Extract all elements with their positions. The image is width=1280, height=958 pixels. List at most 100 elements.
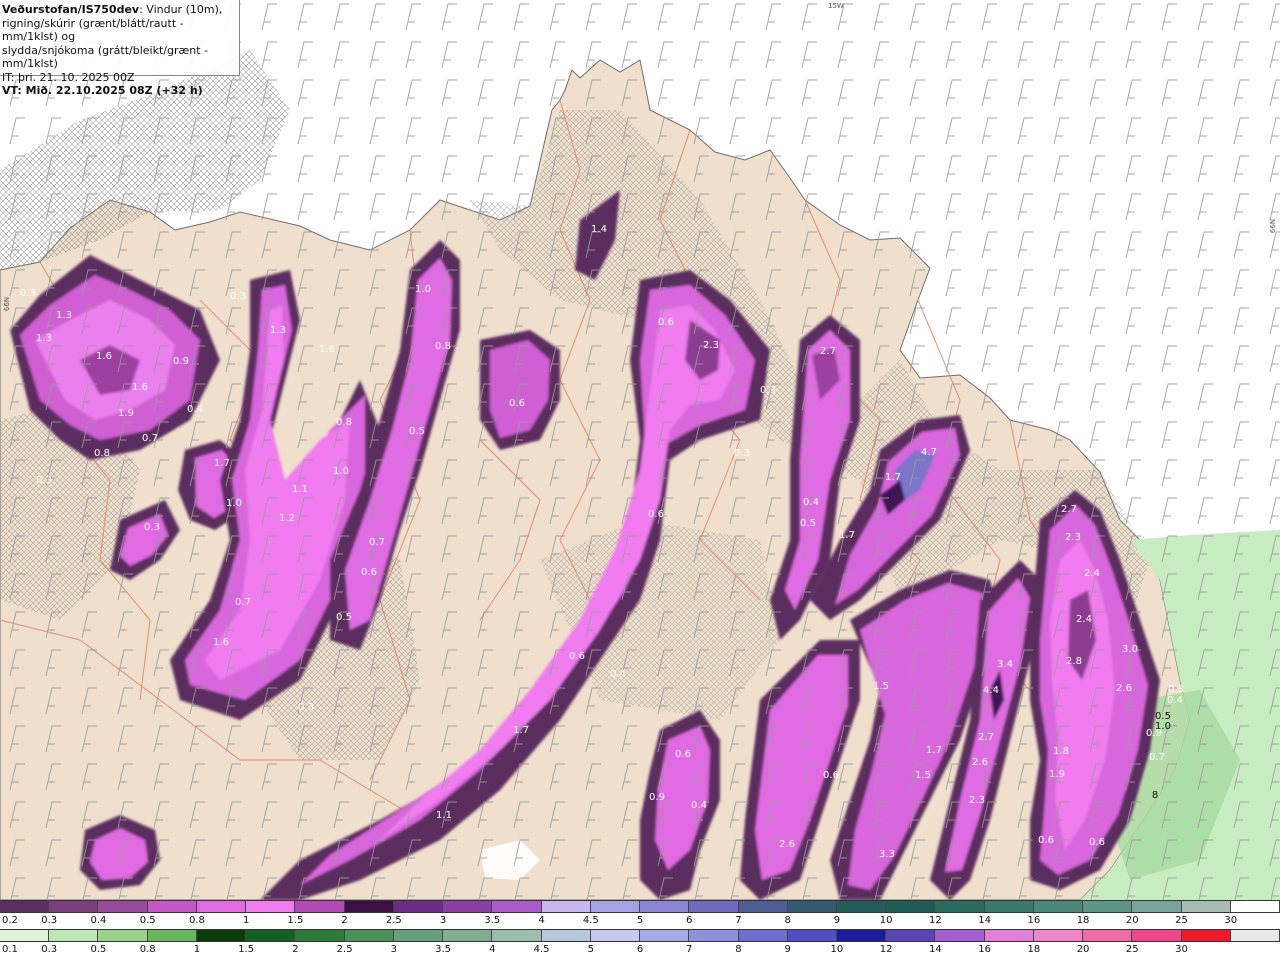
precip-value-label: 8 <box>1152 790 1158 801</box>
precip-value-label: 0.9 <box>649 792 665 803</box>
legend-snow-swatch <box>344 901 394 912</box>
legend-snow-swatch <box>836 901 887 912</box>
legend-snow-label: 7 <box>735 915 742 926</box>
precip-value-label: 0.7 <box>369 537 385 548</box>
legend-snow-swatch <box>1083 901 1133 912</box>
legend-rain-swatch <box>689 930 739 941</box>
precip-value-label: 0.4 <box>187 404 203 415</box>
precip-value-label: 1.1 <box>292 484 308 495</box>
legend-rain-label: 7 <box>686 944 693 955</box>
legend-rain-swatch <box>1181 930 1231 941</box>
legend-snow-swatch <box>1181 901 1231 912</box>
precip-value-label: 0.3 <box>20 288 36 299</box>
precip-value-label: 2.4 <box>1084 568 1100 579</box>
precip-value-label: 1.7 <box>214 458 230 469</box>
precip-value-label: 1.8 <box>1053 746 1069 757</box>
precip-value-label: 2.6 <box>972 757 988 768</box>
precip-value-label: 1.6 <box>213 637 229 648</box>
precip-value-label: 1.9 <box>1049 769 1065 780</box>
precip-value-label: 0.6 <box>675 749 691 760</box>
precip-value-label: 0.6 <box>648 509 664 520</box>
legend-snow-label: 0.4 <box>90 915 107 926</box>
precip-value-label: 1.6 <box>96 351 112 362</box>
precip-value-label: 1.7 <box>926 745 942 756</box>
precip-value-label: 0.7 <box>235 597 251 608</box>
precip-value-label: 0.3 <box>734 448 750 459</box>
legend-snow-swatch <box>590 901 641 912</box>
legend-snow-label: 10 <box>879 915 893 926</box>
legend-snow-label: 3.5 <box>484 915 501 926</box>
legend-snow-swatch <box>443 901 493 912</box>
legend-rain-label: 6 <box>636 944 644 955</box>
precip-value-label: 0.6 <box>658 317 674 328</box>
precip-value-label: 0.5 <box>800 518 816 529</box>
valid-time: VT: Mið. 22.10.2025 08Z (+32 h) <box>2 84 203 97</box>
legend-snow-swatch <box>640 901 690 912</box>
legend-rain-label: 25 <box>1125 944 1139 955</box>
precip-value-label: 1.0 <box>1155 721 1171 732</box>
legend-rain-label: 2.5 <box>336 944 353 955</box>
precip-value-label: 0.4 <box>803 497 819 508</box>
precip-value-label: 1.7 <box>885 472 901 483</box>
legend-snow-label: 0.5 <box>139 915 156 926</box>
precip-value-label: 1.0 <box>415 284 431 295</box>
legend-rain-swatch <box>1132 930 1182 941</box>
precip-value-label: 0.3 <box>760 385 776 396</box>
precip-value-label: 2.3 <box>1065 532 1081 543</box>
legend-snow-label: 14 <box>978 915 991 926</box>
legend-rain-swatch <box>787 930 837 941</box>
legend-rain-label: 5 <box>587 944 594 955</box>
precip-value-label: 0.3 <box>230 291 246 302</box>
precip-value-label: 4.7 <box>921 447 937 458</box>
legend-rain-label: 12 <box>879 944 893 955</box>
legend-snow: 0.2 0.3 0.4 0.5 0.8 1 1.5 2 2.5 3 3.5 4 4.5 5 6 7 8 9 10 12… <box>0 900 1280 929</box>
legend-snow-label: 0.3 <box>41 915 58 926</box>
precip-value-label: 0.3 <box>144 522 160 533</box>
precip-value-label: 0.6 <box>361 567 377 578</box>
precip-value-label: 0.8 <box>336 417 352 428</box>
precip-value-label: 1.3 <box>56 310 72 321</box>
legend-snow-label: 16 <box>1027 915 1041 926</box>
legend-snow-label: 9 <box>833 915 841 926</box>
legend-snow-bar <box>0 900 1280 913</box>
model-name: Veðurstofan/IS750dev <box>2 3 140 16</box>
legend-rain-swatch <box>541 930 591 941</box>
legend-rain-label: 0.5 <box>90 944 107 955</box>
legend-snow-swatch <box>492 901 542 912</box>
legend-rain-swatch <box>640 930 690 941</box>
legend-snow-labels: 0.2 0.3 0.4 0.5 0.8 1 1.5 2 2.5 3 3.5 4 4.5 5 6 7 8 9 10 12… <box>0 914 1280 928</box>
precip-value-label: 0.3 <box>298 702 314 713</box>
precip-value-label: 0.3 <box>1168 684 1184 695</box>
weather-map: 0.3 1.3 1.3 1.6 1.6 1.9 0.7 0.8 0.3 0.9 0.4 1.7 1.0 0… <box>0 0 1280 900</box>
precip-value-label: 2.6 <box>779 839 795 850</box>
precip-value-label: 0.4 <box>691 800 707 811</box>
precip-value-label: 2.3 <box>969 795 985 806</box>
precip-value-label: 1.7 <box>839 530 855 541</box>
legend-rain-label: 0.8 <box>139 944 156 955</box>
legend-rain-swatch <box>98 930 148 941</box>
legend-rain-swatch <box>1083 930 1133 941</box>
legend-snow-label: 1.5 <box>287 915 304 926</box>
legend-rain-swatch <box>49 930 99 941</box>
precip-value-label: 0.9 <box>173 356 189 367</box>
legend-snow-label: 30 <box>1224 915 1238 926</box>
precip-value-label: 1.1 <box>436 810 452 821</box>
legend-snow-label: 6 <box>686 915 693 926</box>
precip-value-label: 2.7 <box>820 346 836 357</box>
legend-snow-swatch <box>98 901 148 912</box>
legend-rain-swatch <box>246 930 296 941</box>
desc-line-2: rigning/skúrir (grænt/blátt/rautt - mm/1… <box>2 16 184 44</box>
precip-value-label: 3.3 <box>879 849 895 860</box>
legend-rain-label: 10 <box>830 944 844 955</box>
legend-snow-swatch <box>1230 901 1280 912</box>
map-info-box: Veðurstofan/IS750dev: Vindur (10m), rign… <box>0 0 240 97</box>
precip-value-label: 0.4 <box>1167 695 1183 706</box>
legend-snow-label: 2.5 <box>385 915 402 926</box>
legend-rain-swatch <box>492 930 542 941</box>
legend-rain-label: 18 <box>1027 944 1041 955</box>
legend-snow-label: 1 <box>242 915 250 926</box>
legend-snow-label: 12 <box>929 915 942 926</box>
legend-rain-swatch <box>196 930 247 941</box>
precip-value-label: 4.4 <box>983 685 999 696</box>
legend-rain-swatch <box>590 930 641 941</box>
